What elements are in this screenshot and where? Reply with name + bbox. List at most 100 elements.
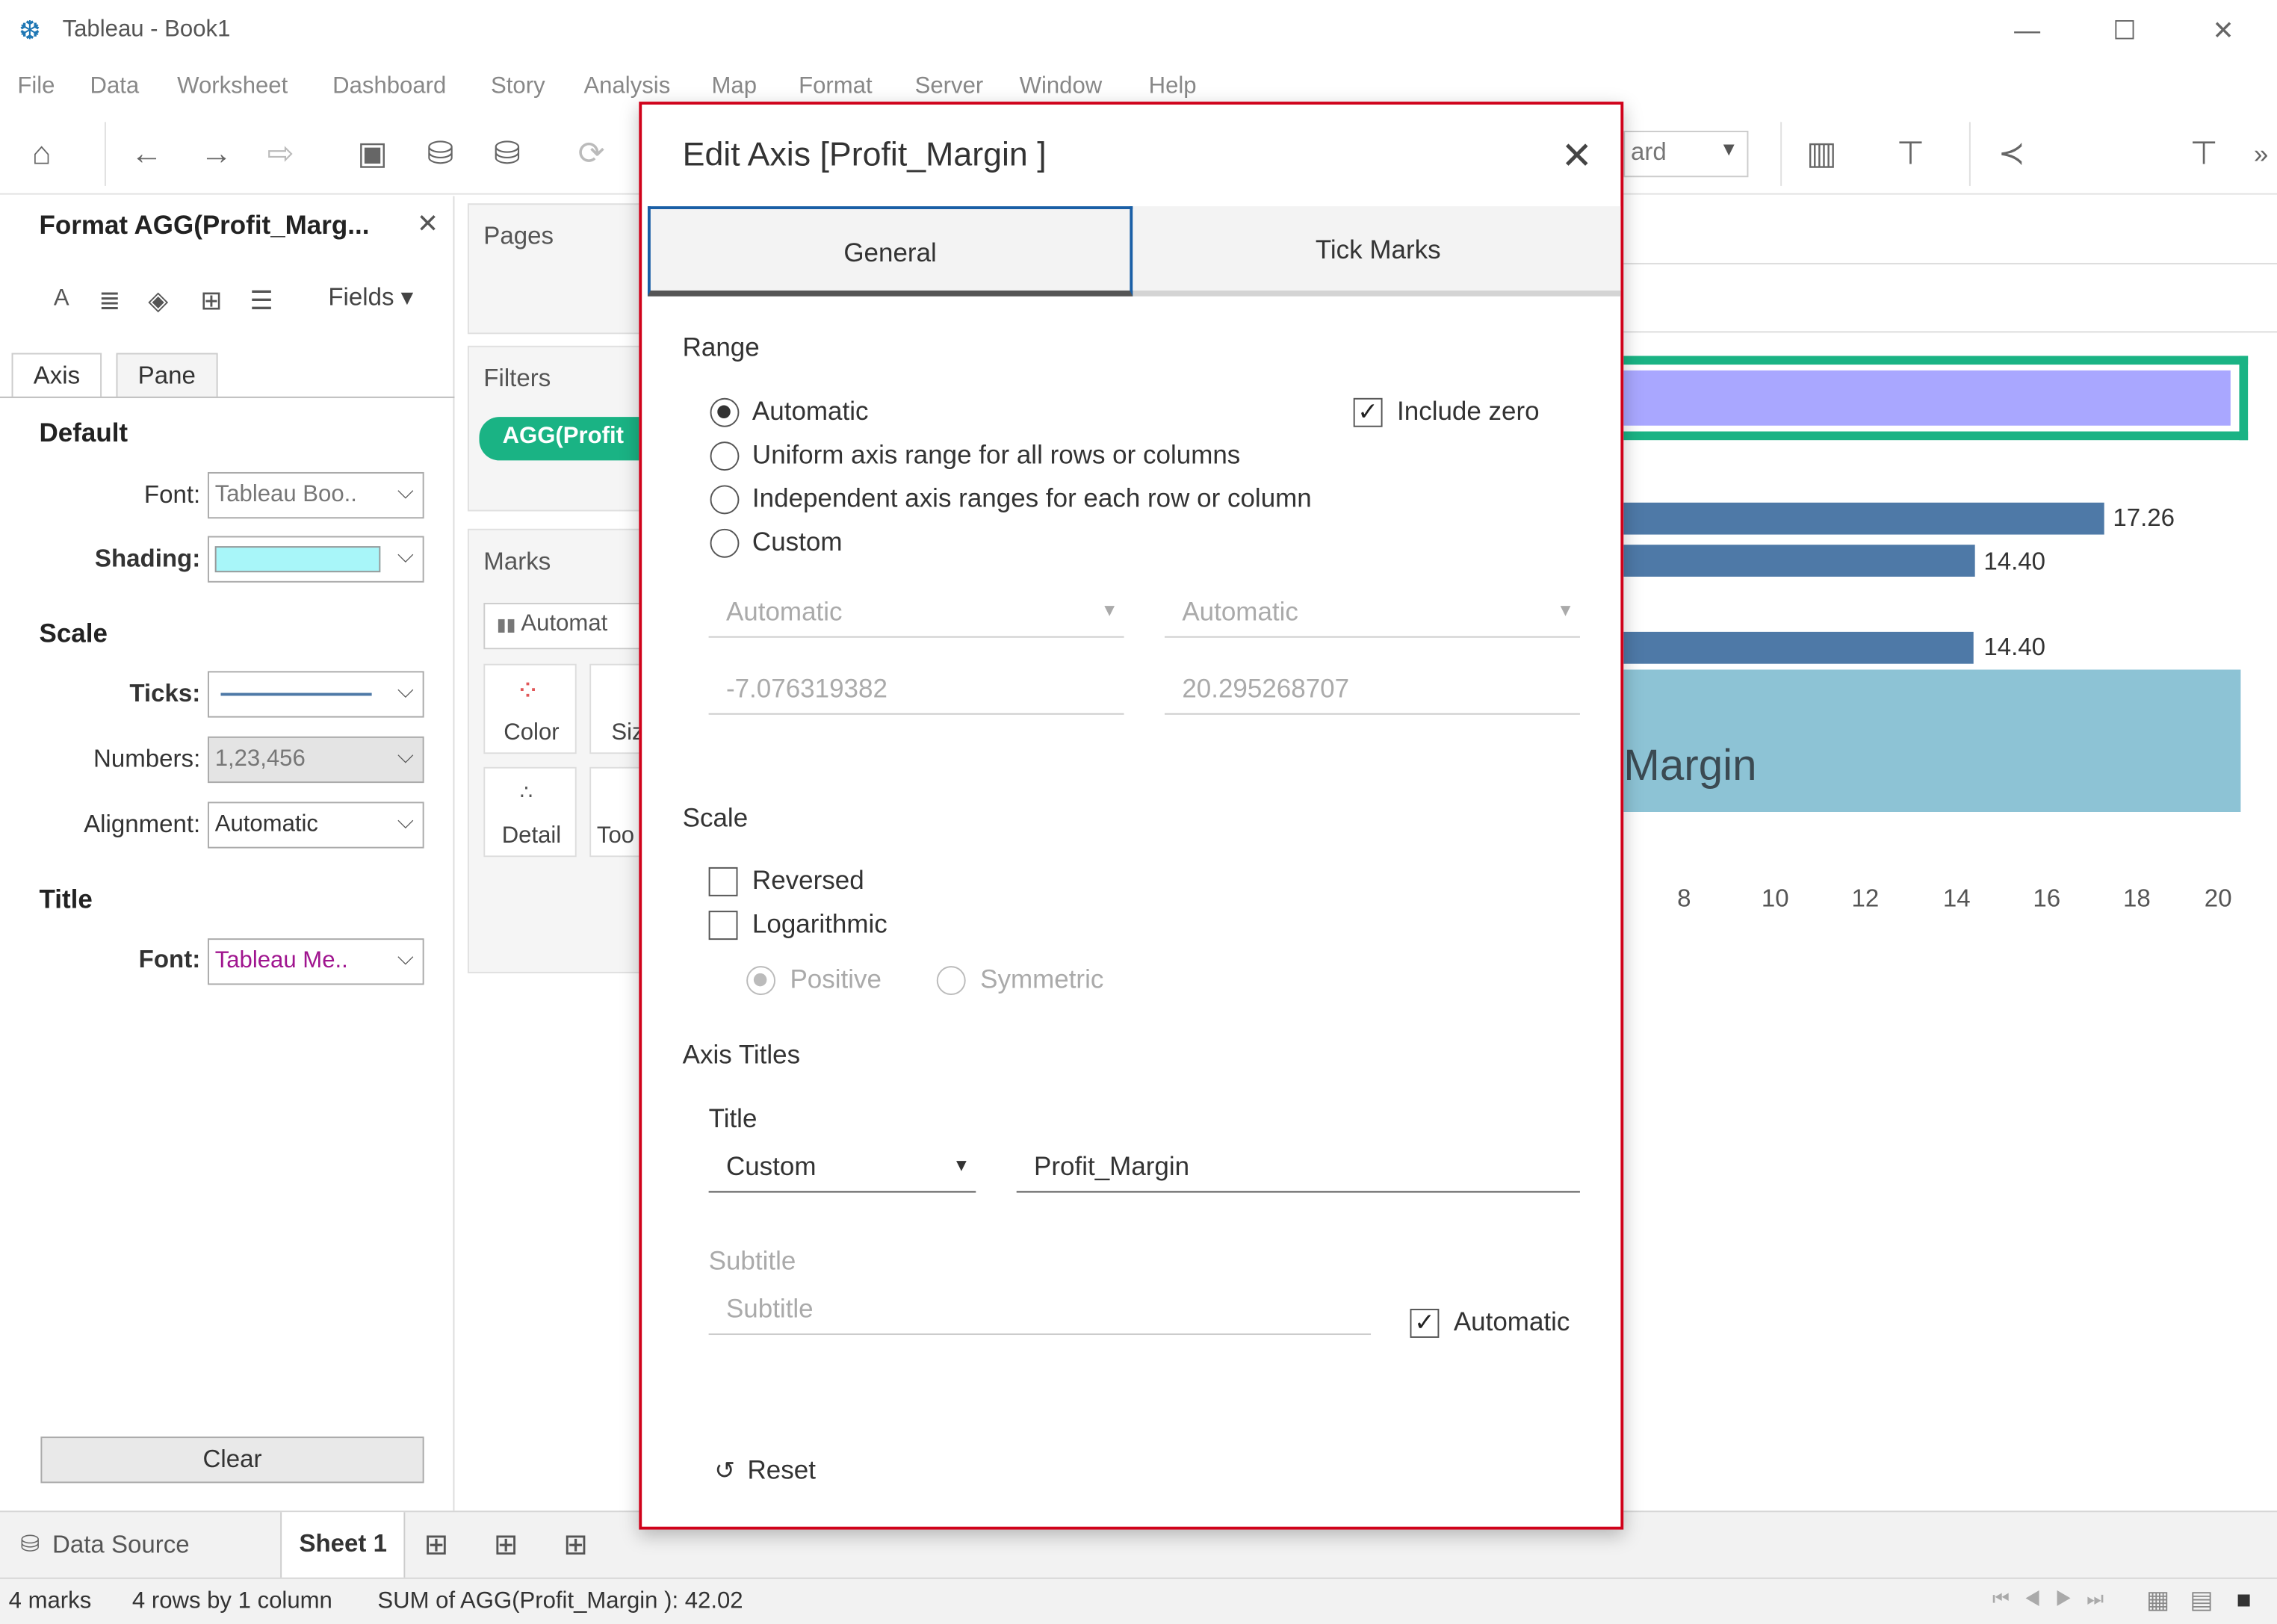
borders-icon[interactable]: ⊞ bbox=[200, 286, 222, 317]
tableau-logo-icon: ❆ bbox=[19, 16, 41, 46]
clear-button[interactable]: Clear bbox=[40, 1437, 424, 1484]
subtitle-input[interactable]: Subtitle bbox=[708, 1292, 1372, 1336]
save-icon[interactable]: ▣ bbox=[357, 134, 387, 174]
lines-icon[interactable]: ☰ bbox=[250, 286, 273, 317]
title-input-value: Profit_Margin bbox=[1034, 1152, 1190, 1181]
new-dashboard-icon[interactable]: ⊞ bbox=[494, 1527, 518, 1563]
shading-dropdown[interactable]: ⌵ bbox=[207, 536, 424, 583]
include-zero-checkbox[interactable]: ✓ bbox=[1353, 397, 1383, 427]
close-window-button[interactable]: ✕ bbox=[2205, 12, 2243, 50]
reset-button[interactable]: ↺ Reset bbox=[714, 1455, 816, 1496]
subtitle-automatic-checkbox[interactable]: ✓ bbox=[1410, 1309, 1440, 1338]
edit-axis-dialog: Edit Axis [Profit_Margin ] ✕ General Tic… bbox=[639, 102, 1624, 1530]
positive-radio[interactable] bbox=[746, 966, 776, 996]
show-me-icon[interactable]: ▥ bbox=[1806, 134, 1836, 174]
format-painter-icon[interactable]: ⊤ bbox=[2190, 134, 2217, 174]
columns-shelf[interactable] bbox=[1623, 203, 2277, 264]
new-story-icon[interactable]: ⊞ bbox=[563, 1527, 588, 1563]
bar-label: 14.40 bbox=[1983, 548, 2046, 576]
title-font-label: Font: bbox=[138, 945, 201, 973]
new-datasource-icon[interactable]: ⛁ bbox=[427, 134, 454, 174]
sheet-tab-label: Sheet 1 bbox=[299, 1529, 388, 1558]
sheet-navigation-icons[interactable]: ⏮◀▶⏭ bbox=[1992, 1587, 2118, 1611]
range-uniform-radio[interactable] bbox=[710, 441, 740, 471]
tab-tick-marks[interactable]: Tick Marks bbox=[1136, 206, 1620, 297]
range-end-input[interactable]: 20.295268707 bbox=[1164, 671, 1580, 715]
color-button[interactable]: ⁘ Color bbox=[483, 663, 577, 754]
logarithmic-checkbox[interactable] bbox=[708, 911, 738, 940]
tab-axis[interactable]: Axis bbox=[11, 353, 102, 397]
range-end-select[interactable]: Automatic ▼ bbox=[1164, 594, 1580, 638]
show-sheets-icon[interactable]: ▦ bbox=[2146, 1586, 2169, 1615]
axis-tick-label: 18 bbox=[2122, 884, 2151, 913]
menu-map[interactable]: Map bbox=[712, 74, 758, 100]
fields-dropdown[interactable]: Fields ▾ bbox=[328, 283, 413, 312]
toolbar-overflow-icon[interactable]: » bbox=[2254, 134, 2268, 174]
symmetric-radio[interactable] bbox=[936, 966, 966, 996]
replay-icon[interactable]: ⇨ bbox=[267, 134, 294, 174]
close-icon[interactable]: ✕ bbox=[417, 209, 439, 240]
menu-analysis[interactable]: Analysis bbox=[583, 74, 670, 100]
reversed-checkbox[interactable] bbox=[708, 867, 738, 896]
range-start-select[interactable]: Automatic ▼ bbox=[708, 594, 1124, 638]
tabs-view-icon[interactable]: ■ bbox=[2237, 1586, 2252, 1615]
range-automatic-radio[interactable] bbox=[710, 397, 740, 427]
redo-icon[interactable]: → bbox=[200, 134, 232, 174]
axis-tick-label: 10 bbox=[1761, 884, 1789, 913]
bar[interactable] bbox=[1623, 631, 1974, 664]
alignment-dropdown[interactable]: Automatic ⌵ bbox=[207, 802, 424, 849]
bar[interactable] bbox=[1623, 545, 1975, 577]
data-source-tab[interactable]: Data Source bbox=[52, 1531, 190, 1561]
menu-data[interactable]: Data bbox=[90, 74, 140, 100]
title-input[interactable]: Profit_Margin bbox=[1016, 1149, 1580, 1193]
bar[interactable] bbox=[1623, 502, 2104, 535]
shading-label: Shading: bbox=[94, 545, 201, 573]
undo-icon[interactable]: ← bbox=[131, 134, 163, 174]
scale-section-title: Scale bbox=[39, 619, 108, 648]
sheet-tab-active[interactable]: Sheet 1 bbox=[280, 1512, 406, 1579]
highlighted-row[interactable] bbox=[1623, 356, 2249, 441]
title-section-title: Title bbox=[39, 884, 93, 914]
home-icon[interactable]: ⌂ bbox=[32, 134, 52, 174]
format-pane-title: Format AGG(Profit_Marg... bbox=[39, 210, 370, 240]
pause-updates-icon[interactable]: ⛁ bbox=[494, 134, 521, 174]
menu-server[interactable]: Server bbox=[915, 74, 984, 100]
menu-window[interactable]: Window bbox=[1020, 74, 1103, 100]
new-worksheet-icon[interactable]: ⊞ bbox=[424, 1527, 449, 1563]
shading-icon[interactable]: ◈ bbox=[148, 286, 168, 317]
title-font-dropdown[interactable]: Tableau Me.. ⌵ bbox=[207, 938, 424, 985]
highlighted-bar bbox=[1623, 370, 2231, 426]
font-dropdown[interactable]: Tableau Boo.. ⌵ bbox=[207, 471, 424, 519]
maximize-button[interactable]: ☐ bbox=[2106, 12, 2144, 50]
detail-button[interactable]: ∴ Detail bbox=[483, 766, 577, 858]
range-custom-radio[interactable] bbox=[710, 528, 740, 558]
close-icon[interactable]: ✕ bbox=[1561, 134, 1593, 179]
menu-file[interactable]: File bbox=[17, 74, 55, 100]
menu-worksheet[interactable]: Worksheet bbox=[177, 74, 288, 100]
minimize-button[interactable]: — bbox=[2008, 12, 2046, 50]
filmstrip-icon[interactable]: ▤ bbox=[2190, 1586, 2213, 1615]
ticks-dropdown[interactable]: ⌵ bbox=[207, 671, 424, 718]
share-icon[interactable]: ≺ bbox=[1998, 134, 2025, 174]
title-mode-select[interactable]: Custom ▼ bbox=[708, 1149, 976, 1193]
axis-area[interactable]: Margin bbox=[1623, 669, 2241, 812]
range-independent-radio[interactable] bbox=[710, 485, 740, 515]
chevron-down-icon: ⌵ bbox=[397, 543, 415, 568]
menu-format[interactable]: Format bbox=[799, 74, 873, 100]
refresh-icon[interactable]: ⟳ bbox=[578, 134, 605, 174]
chevron-down-icon: ▼ bbox=[1557, 600, 1575, 621]
presentation-icon[interactable]: ⊤ bbox=[1897, 134, 1924, 174]
menu-story[interactable]: Story bbox=[491, 74, 545, 100]
alignment-icon[interactable]: ≣ bbox=[99, 286, 120, 317]
numbers-dropdown[interactable]: 1,23,456 ⌵ bbox=[207, 736, 424, 784]
fit-select[interactable]: ard ▼ bbox=[1623, 131, 1749, 178]
menu-dashboard[interactable]: Dashboard bbox=[332, 74, 446, 100]
menu-help[interactable]: Help bbox=[1149, 74, 1197, 100]
tab-general[interactable]: General bbox=[647, 206, 1133, 297]
range-start-input[interactable]: -7.076319382 bbox=[708, 671, 1124, 715]
tab-pane[interactable]: Pane bbox=[116, 353, 218, 397]
tick-line-preview bbox=[220, 692, 372, 696]
rows-shelf[interactable] bbox=[1623, 272, 2277, 333]
font-icon[interactable]: A bbox=[54, 286, 69, 312]
rows-columns-count: 4 rows by 1 column bbox=[131, 1589, 332, 1614]
